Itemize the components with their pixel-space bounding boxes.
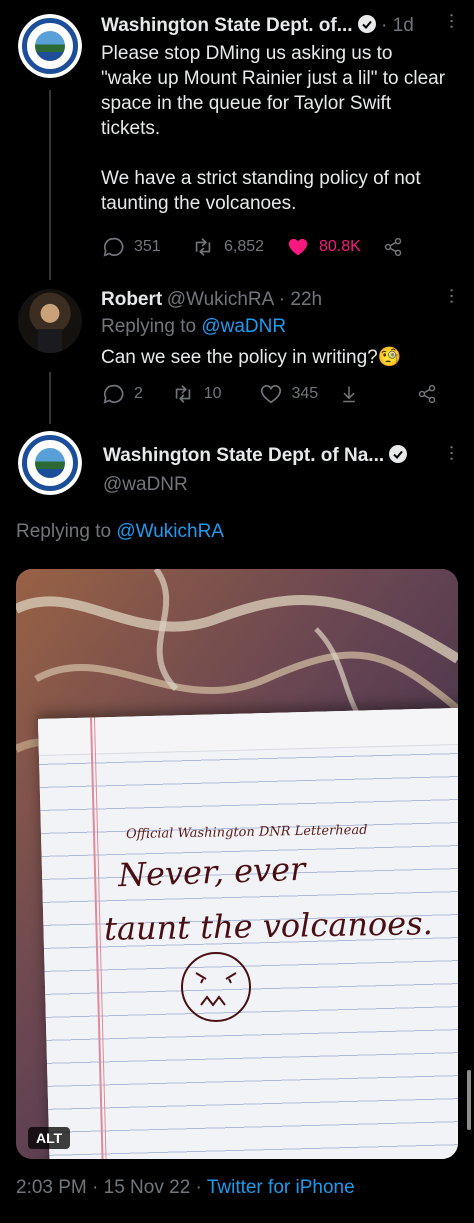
bookmark-button[interactable]	[339, 384, 417, 404]
share-button[interactable]	[383, 237, 413, 257]
like-count: 345	[291, 385, 319, 402]
like-count: 80.8K	[319, 238, 361, 255]
retweet-icon	[195, 238, 211, 256]
tweet-actions: 351 6,852 80.8K	[102, 236, 442, 258]
download-arrow-icon	[343, 386, 356, 403]
like-button[interactable]: 80.8K	[287, 236, 383, 258]
verified-badge-icon	[357, 14, 377, 39]
reply-icon	[103, 384, 124, 404]
mention-link[interactable]: @waDNR	[201, 316, 286, 337]
mention-link[interactable]: @WukichRA	[116, 521, 224, 542]
reply-count: 2	[134, 385, 143, 402]
angry-face-drawing	[181, 952, 251, 1022]
more-options-icon[interactable]: ···	[440, 12, 463, 29]
robert-avatar[interactable]	[18, 289, 82, 353]
reply-button[interactable]: 2	[102, 383, 172, 405]
retweet-icon	[175, 385, 191, 403]
replying-label: Replying to	[101, 316, 197, 337]
alt-badge[interactable]: ALT	[28, 1127, 71, 1149]
reply-button[interactable]: 351	[102, 236, 192, 258]
replying-to: Replying to @WukichRA	[16, 521, 224, 543]
replying-to: Replying to @waDNR	[101, 316, 286, 338]
handle[interactable]: @waDNR	[103, 474, 188, 496]
tweet-text: Please stop DMing us asking us to "wake …	[101, 43, 446, 214]
tweet-header: Washington State Dept. of... · 1d	[101, 14, 431, 39]
retweet-button[interactable]: 10	[172, 383, 260, 405]
verified-badge-icon	[388, 444, 408, 469]
reply-icon	[103, 237, 124, 257]
tweet-3-focused[interactable]: Washington State Dept. of Na... @waDNR ·…	[0, 425, 474, 1223]
tweet-time[interactable]: · 22h	[279, 289, 322, 310]
tweet-photo[interactable]: Official Washington DNR Letterhead Never…	[16, 569, 458, 1159]
scrollbar-thumb[interactable]	[467, 1070, 471, 1130]
tweet-1[interactable]: Washington State Dept. of... · 1d ··· Pl…	[0, 0, 474, 285]
share-button[interactable]	[417, 384, 447, 404]
display-name[interactable]: Robert	[101, 289, 162, 310]
heart-outline-icon	[260, 385, 281, 404]
display-name[interactable]: Washington State Dept. of Na...	[103, 445, 384, 466]
dnr-avatar[interactable]	[18, 14, 82, 78]
source-link[interactable]: Twitter for iPhone	[207, 1177, 355, 1198]
share-icon	[418, 384, 436, 404]
note-line-1: Never, ever	[117, 849, 306, 895]
note-line-2: taunt the volcanoes.	[103, 904, 434, 948]
tweet-time[interactable]: · 1d	[381, 15, 414, 36]
tweet-actions: 2 10 345	[102, 383, 447, 405]
reply-count: 351	[134, 238, 161, 255]
retweet-count: 10	[203, 385, 222, 402]
like-button[interactable]: 345	[260, 383, 340, 405]
tweet-2[interactable]: Robert @WukichRA · 22h ··· Replying to @…	[0, 285, 474, 425]
handle[interactable]: @WukichRA	[167, 289, 275, 310]
tweet-text: Can we see the policy in writing?🧐	[101, 347, 402, 368]
tweet-timestamp: 2:03 PM · 15 Nov 22 · Twitter for iPhone	[16, 1177, 355, 1199]
more-options-icon[interactable]: ···	[440, 287, 463, 304]
replying-label: Replying to	[16, 521, 112, 542]
seal-emblem-icon	[35, 31, 65, 61]
share-icon	[384, 237, 402, 257]
heart-filled-icon	[288, 238, 308, 256]
tweet-header: Washington State Dept. of Na...	[103, 444, 408, 469]
timestamp-text[interactable]: 2:03 PM · 15 Nov 22 ·	[16, 1177, 202, 1198]
retweet-button[interactable]: 6,852	[192, 236, 287, 258]
retweet-count: 6,852	[224, 238, 265, 255]
display-name[interactable]: Washington State Dept. of...	[101, 15, 353, 36]
more-options-icon[interactable]: ···	[440, 444, 463, 461]
dnr-avatar[interactable]	[18, 431, 82, 495]
tweet-header: Robert @WukichRA · 22h	[101, 289, 322, 311]
seal-emblem-icon	[35, 448, 65, 478]
